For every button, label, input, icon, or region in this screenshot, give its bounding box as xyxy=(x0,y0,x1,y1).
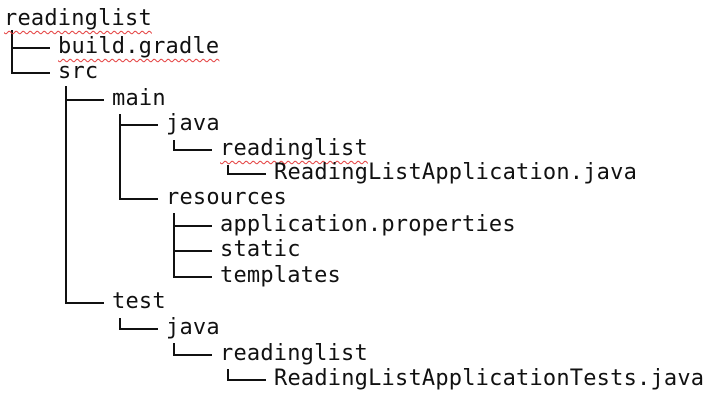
tree-node-build-gradle: build.gradle xyxy=(58,34,220,59)
connector-test xyxy=(65,100,104,304)
connector-main-readinglist xyxy=(173,140,212,151)
tree-node-test-java: java xyxy=(166,315,220,340)
connector-app-properties xyxy=(173,213,212,227)
tree-root-readinglist: readinglist xyxy=(4,6,152,31)
connector-main xyxy=(65,86,104,101)
connector-src xyxy=(11,48,50,74)
tree-node-main-java: java xyxy=(166,111,220,136)
tree-node-src: src xyxy=(58,59,99,84)
tree-node-test: test xyxy=(112,289,166,314)
connector-main-java xyxy=(119,114,158,126)
tree-node-templates: templates xyxy=(220,263,342,288)
tree-node-static: static xyxy=(220,237,301,262)
tree-node-test-readinglist: readinglist xyxy=(220,341,368,366)
tree-node-app-tests-java: ReadingListApplicationTests.java xyxy=(274,366,705,391)
connector-static xyxy=(173,226,212,252)
connector-app-tests-java xyxy=(227,369,266,381)
tree-node-app-java: ReadingListApplication.java xyxy=(274,160,638,185)
tree-node-main: main xyxy=(112,86,166,111)
connector-test-java xyxy=(119,318,158,330)
connector-app-java xyxy=(227,165,266,175)
directory-tree: readinglist build.gradle src main java r… xyxy=(0,0,709,396)
connector-test-readinglist xyxy=(173,343,212,356)
connector-templates xyxy=(173,251,212,278)
connector-resources xyxy=(119,125,158,200)
tree-node-resources: resources xyxy=(166,185,288,210)
connector-build-gradle xyxy=(11,30,50,49)
tree-node-main-readinglist: readinglist xyxy=(220,136,368,161)
tree-node-app-properties: application.properties xyxy=(220,212,516,237)
